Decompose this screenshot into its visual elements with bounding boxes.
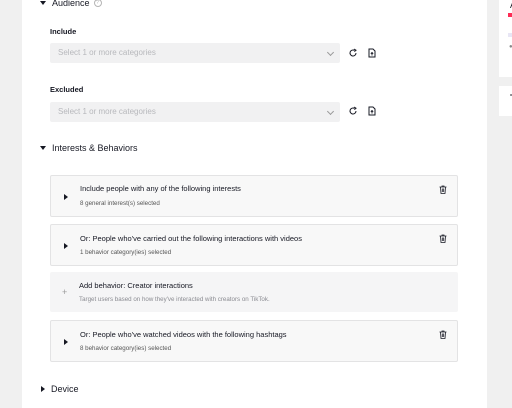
- accent-bar: [508, 13, 512, 17]
- chevron-down-icon: [40, 1, 46, 5]
- expand-icon[interactable]: [64, 194, 68, 200]
- plus-icon[interactable]: +: [62, 287, 67, 297]
- card-subtitle: 8 general interest(s) selected: [80, 200, 160, 207]
- excluded-placeholder: Select 1 or more categories: [58, 107, 156, 116]
- card-title: Or: People who've carried out the follow…: [80, 234, 302, 243]
- chart-bar: [508, 33, 512, 37]
- device-title: Device: [51, 384, 79, 394]
- summary-card: A ●: [499, 0, 512, 77]
- audience-section-toggle[interactable]: Audience ?: [40, 0, 102, 8]
- chevron-right-icon: [41, 386, 45, 392]
- chevron-down-icon: [40, 146, 46, 150]
- excluded-select[interactable]: Select 1 or more categories: [50, 102, 340, 122]
- card-title: Add behavior: Creator interactions: [79, 281, 193, 290]
- expand-icon[interactable]: [64, 339, 68, 345]
- chevron-down-icon: [326, 48, 335, 57]
- include-label: Include: [50, 27, 77, 36]
- estimate-card: T: [499, 86, 512, 116]
- upload-file-icon[interactable]: [367, 106, 377, 116]
- refresh-icon[interactable]: [348, 48, 358, 58]
- hashtag-card[interactable]: Or: People who've watched videos with th…: [50, 320, 458, 362]
- card-title: Include people with any of the following…: [80, 184, 241, 193]
- add-creator-behavior-card[interactable]: + Add behavior: Creator interactions Tar…: [50, 272, 458, 312]
- excluded-label: Excluded: [50, 85, 84, 94]
- interests-title: Interests & Behaviors: [52, 143, 138, 153]
- trash-icon[interactable]: [439, 330, 447, 339]
- chevron-down-icon: [326, 107, 335, 116]
- trash-icon[interactable]: [439, 185, 447, 194]
- card-title: Or: People who've watched videos with th…: [80, 330, 287, 339]
- info-icon[interactable]: ?: [93, 0, 102, 7]
- trash-icon[interactable]: [439, 234, 447, 243]
- interest-card[interactable]: Include people with any of the following…: [50, 175, 458, 217]
- expand-icon[interactable]: [64, 243, 68, 249]
- include-select[interactable]: Select 1 or more categories: [50, 43, 340, 63]
- include-placeholder: Select 1 or more categories: [58, 48, 156, 57]
- card-subtitle: Target users based on how they've intera…: [79, 296, 270, 303]
- card-subtitle: 1 behavior category(ies) selected: [80, 249, 172, 256]
- device-section-toggle[interactable]: Device: [41, 384, 79, 394]
- video-interaction-card[interactable]: Or: People who've carried out the follow…: [50, 224, 458, 266]
- upload-file-icon[interactable]: [367, 48, 377, 58]
- refresh-icon[interactable]: [348, 106, 358, 116]
- audience-title: Audience: [52, 0, 90, 8]
- interests-section-toggle[interactable]: Interests & Behaviors: [40, 143, 138, 153]
- card-subtitle: 8 behavior category(ies) selected: [80, 345, 172, 352]
